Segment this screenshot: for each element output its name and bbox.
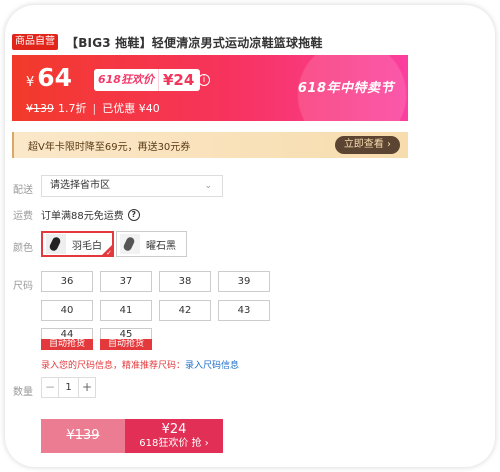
region-select-value: 请选择省市区 xyxy=(50,180,110,191)
size-option-43[interactable]: 43 xyxy=(218,300,270,321)
auto-grab-tag: 自动抢货 xyxy=(41,339,93,350)
promo-buy-price: ¥24 xyxy=(161,422,187,437)
color-label: 颜色 xyxy=(13,243,33,254)
info-icon[interactable]: i xyxy=(198,74,210,86)
chevron-down-icon: ⌄ xyxy=(204,181,212,191)
enter-size-link[interactable]: 录入尺码信息 xyxy=(185,361,239,371)
divider: | xyxy=(92,101,97,115)
size-option-42[interactable]: 42 xyxy=(159,300,211,321)
discount-rate: 1.7折 xyxy=(58,102,87,115)
promo-tag: 618狂欢价 xyxy=(94,69,159,91)
region-select[interactable]: 请选择省市区 ⌄ xyxy=(41,175,223,197)
quantity-label: 数量 xyxy=(13,387,33,398)
check-icon: ✓ xyxy=(106,249,112,257)
original-price: ¥139 xyxy=(26,101,54,115)
color-option-label: 羽毛白 xyxy=(72,240,102,252)
size-tip-text: 录入您的尺码信息，精准推荐尺码： xyxy=(41,361,186,371)
question-icon[interactable]: ? xyxy=(127,208,140,221)
price-banner: ¥ 64 618狂欢价 ¥24 i ¥139 1.7折 | 已优惠 ¥40 61… xyxy=(12,55,408,121)
festival-logo: 618年中特卖节 xyxy=(297,81,394,96)
promo-price: ¥24 xyxy=(162,71,195,89)
coupon-text: 超V年卡限时降至69元，再送30元券 xyxy=(28,141,191,153)
size-option-39[interactable]: 39 xyxy=(218,271,270,292)
saved-amount: 已优惠 ¥40 xyxy=(102,102,160,115)
size-option-37[interactable]: 37 xyxy=(100,271,152,292)
quantity-stepper: − 1 + xyxy=(41,377,96,398)
product-title: 【BIG3 拖鞋】轻便清凉男式运动凉鞋篮球拖鞋 xyxy=(66,35,323,50)
self-operated-badge: 商品自营 xyxy=(12,34,58,50)
quantity-input[interactable]: 1 xyxy=(58,378,79,397)
currency-symbol: ¥ xyxy=(26,75,35,90)
shipping-fee-info: 订单满88元免运费 ? xyxy=(41,207,140,222)
color-option-black[interactable]: 曜石黑 xyxy=(116,231,187,257)
current-price: ¥ 64 xyxy=(26,65,72,91)
size-option-40[interactable]: 40 xyxy=(41,300,93,321)
size-option-38[interactable]: 38 xyxy=(159,271,211,292)
view-now-button[interactable]: 立即查看 › xyxy=(334,136,400,154)
auto-grab-tag: 自动抢货 xyxy=(100,339,152,350)
fee-text: 订单满88元免运费 xyxy=(41,211,124,222)
original-price-buy-button[interactable]: ¥139 xyxy=(41,419,125,453)
promo-buy-label: 618狂欢价 抢 › xyxy=(139,438,209,449)
original-price-label: ¥139 xyxy=(66,428,100,443)
promo-price-pill: 618狂欢价 ¥24 xyxy=(94,69,201,91)
fee-label: 运费 xyxy=(13,211,33,222)
color-option-label: 曜石黑 xyxy=(146,240,176,252)
size-option-36[interactable]: 36 xyxy=(41,271,93,292)
color-thumbnail xyxy=(46,234,66,254)
color-option-white[interactable]: 羽毛白 ✓ xyxy=(41,231,114,257)
size-tip: 录入您的尺码信息，精准推荐尺码：录入尺码信息 xyxy=(41,358,239,371)
price-subline: ¥139 1.7折 | 已优惠 ¥40 xyxy=(26,100,160,116)
size-label: 尺码 xyxy=(13,281,33,292)
plus-button[interactable]: + xyxy=(79,378,95,397)
color-thumbnail xyxy=(120,234,140,254)
price-value: 64 xyxy=(37,63,73,92)
shipping-label: 配送 xyxy=(13,185,33,196)
coupon-bar: 超V年卡限时降至69元，再送30元券 立即查看 › xyxy=(12,132,408,158)
size-option-41[interactable]: 41 xyxy=(100,300,152,321)
minus-button[interactable]: − xyxy=(42,378,58,397)
title-row: 商品自营 【BIG3 拖鞋】轻便清凉男式运动凉鞋篮球拖鞋 xyxy=(12,33,323,51)
promo-buy-button[interactable]: ¥24 618狂欢价 抢 › xyxy=(125,419,223,453)
